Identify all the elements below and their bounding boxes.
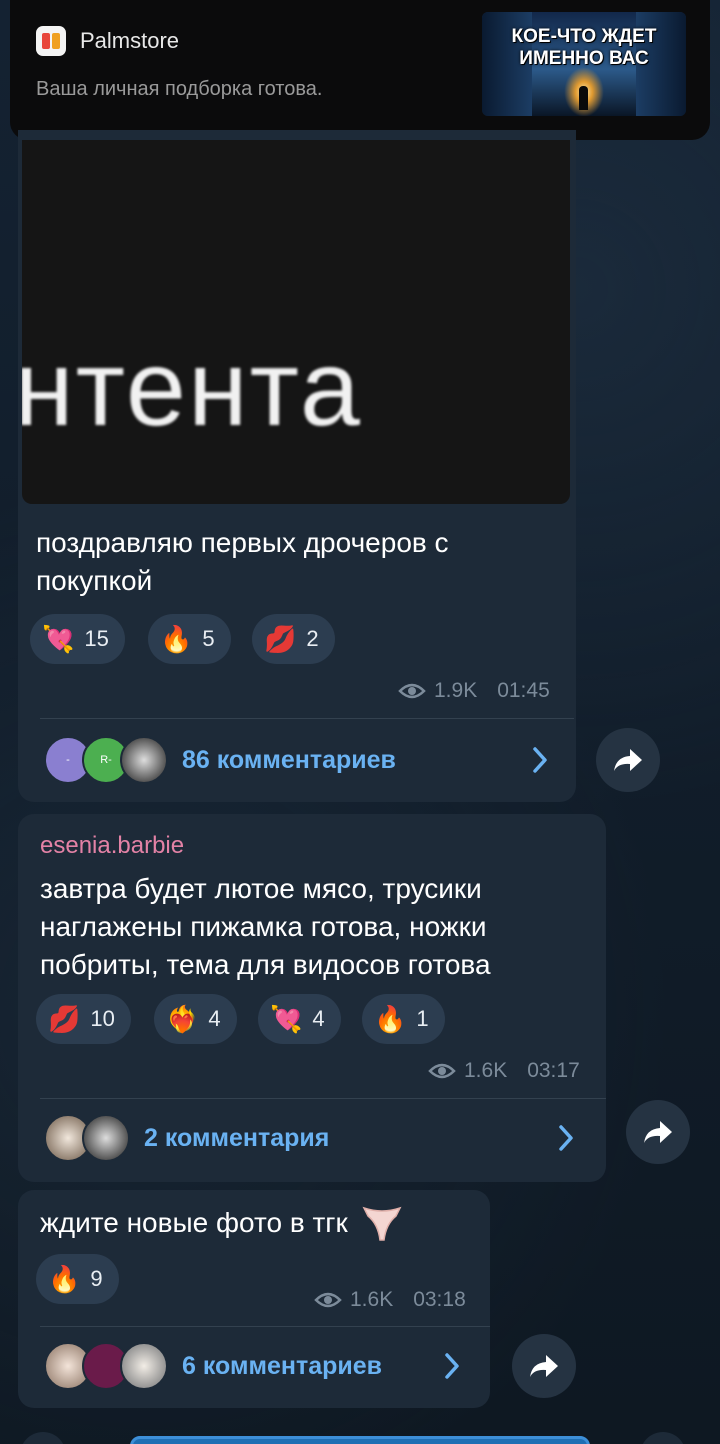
message-text-1: поздравляю первых дрочеров с покупкой bbox=[36, 527, 449, 596]
reaction-button[interactable]: ❤️‍🔥 4 bbox=[154, 994, 237, 1044]
reaction-button[interactable]: 🔥 1 bbox=[362, 994, 445, 1044]
avatar bbox=[82, 1114, 130, 1162]
views-count: 1.9K bbox=[434, 679, 478, 702]
commenter-avatars bbox=[44, 1114, 130, 1162]
bottom-right-control[interactable] bbox=[640, 1432, 686, 1444]
chevron-right-icon bbox=[559, 1125, 573, 1151]
commenter-avatars: - R- bbox=[44, 736, 168, 784]
eye-icon bbox=[314, 1292, 342, 1308]
message-text-3: ждите новые фото в тгк bbox=[40, 1204, 402, 1242]
reaction-button[interactable]: 🔥 5 bbox=[148, 614, 231, 664]
reaction-count: 2 bbox=[306, 626, 319, 651]
message-meta-1: 1.9K 01:45 bbox=[398, 679, 550, 703]
chevron-right-icon bbox=[445, 1353, 459, 1379]
forward-arrow-icon bbox=[530, 1355, 558, 1377]
heart-on-fire-icon: ❤️‍🔥 bbox=[166, 1004, 199, 1034]
reaction-count: 4 bbox=[312, 1006, 325, 1031]
thumbnail-title: КОЕ-ЧТО ЖДЕТ ИМЕННО ВАС bbox=[511, 26, 657, 69]
divider bbox=[40, 718, 574, 719]
reaction-button[interactable]: 💋 10 bbox=[36, 994, 131, 1044]
chevron-right-icon bbox=[533, 747, 547, 773]
reaction-count: 5 bbox=[202, 626, 215, 651]
divider bbox=[40, 1326, 490, 1327]
reaction-count: 10 bbox=[90, 1006, 115, 1031]
reaction-count: 1 bbox=[416, 1006, 429, 1031]
message-meta-2: 1.6K 03:17 bbox=[428, 1059, 580, 1083]
message-time: 03:18 bbox=[413, 1288, 466, 1311]
fire-icon: 🔥 bbox=[48, 1264, 81, 1294]
commenter-avatars bbox=[44, 1342, 168, 1390]
fire-icon: 🔥 bbox=[160, 624, 193, 654]
eye-icon bbox=[428, 1063, 456, 1079]
panties-icon bbox=[362, 1206, 402, 1241]
message-meta-3: 1.6K 03:18 bbox=[314, 1288, 466, 1312]
views-count: 1.6K bbox=[464, 1059, 508, 1082]
comments-label: 6 комментариев bbox=[182, 1351, 383, 1380]
kiss-lips-icon: 💋 bbox=[48, 1004, 81, 1034]
avatar bbox=[120, 736, 168, 784]
message-author[interactable]: esenia.barbie bbox=[40, 832, 184, 860]
push-notification[interactable]: Palmstore Ваша личная подборка готова. К… bbox=[10, 0, 710, 140]
reaction-button[interactable]: 💘 15 bbox=[30, 614, 125, 664]
bottom-action-bar[interactable] bbox=[130, 1436, 590, 1444]
comments-button[interactable]: - R- 86 комментариев bbox=[44, 736, 564, 784]
kiss-lips-icon: 💋 bbox=[264, 624, 297, 654]
forward-arrow-icon bbox=[644, 1121, 672, 1143]
reaction-button[interactable]: 🔥 9 bbox=[36, 1254, 119, 1304]
comments-label: 2 комментария bbox=[144, 1123, 330, 1152]
reaction-button[interactable]: 💘 4 bbox=[258, 994, 341, 1044]
comments-button[interactable]: 6 комментариев bbox=[44, 1342, 474, 1390]
media-caption-text: нтента bbox=[22, 327, 362, 448]
message-time: 03:17 bbox=[527, 1059, 580, 1082]
divider bbox=[40, 1098, 606, 1099]
reaction-count: 4 bbox=[208, 1006, 221, 1031]
forward-button[interactable] bbox=[626, 1100, 690, 1164]
heart-arrow-icon: 💘 bbox=[42, 624, 75, 654]
notification-app-name: Palmstore bbox=[80, 28, 180, 53]
reaction-button[interactable]: 💋 2 bbox=[252, 614, 335, 664]
palmstore-app-icon bbox=[36, 26, 66, 56]
eye-icon bbox=[398, 683, 426, 699]
message-text-2: завтра будет лютое мясо, трусики наглаже… bbox=[40, 873, 491, 980]
message-time: 01:45 bbox=[497, 679, 550, 702]
reaction-count: 15 bbox=[84, 626, 109, 651]
message-text-content: ждите новые фото в тгк bbox=[40, 1207, 348, 1238]
comments-button[interactable]: 2 комментария bbox=[44, 1114, 584, 1162]
forward-button[interactable] bbox=[596, 728, 660, 792]
avatar bbox=[120, 1342, 168, 1390]
heart-arrow-icon: 💘 bbox=[270, 1004, 303, 1034]
comments-label: 86 комментариев bbox=[182, 745, 396, 774]
notification-thumbnail: КОЕ-ЧТО ЖДЕТ ИМЕННО ВАС bbox=[482, 12, 686, 116]
message-media-1[interactable]: нтента bbox=[22, 140, 570, 504]
forward-button[interactable] bbox=[512, 1334, 576, 1398]
reaction-count: 9 bbox=[90, 1266, 103, 1291]
fire-icon: 🔥 bbox=[374, 1004, 407, 1034]
forward-arrow-icon bbox=[614, 749, 642, 771]
bottom-left-control[interactable] bbox=[20, 1432, 66, 1444]
views-count: 1.6K bbox=[350, 1288, 394, 1311]
